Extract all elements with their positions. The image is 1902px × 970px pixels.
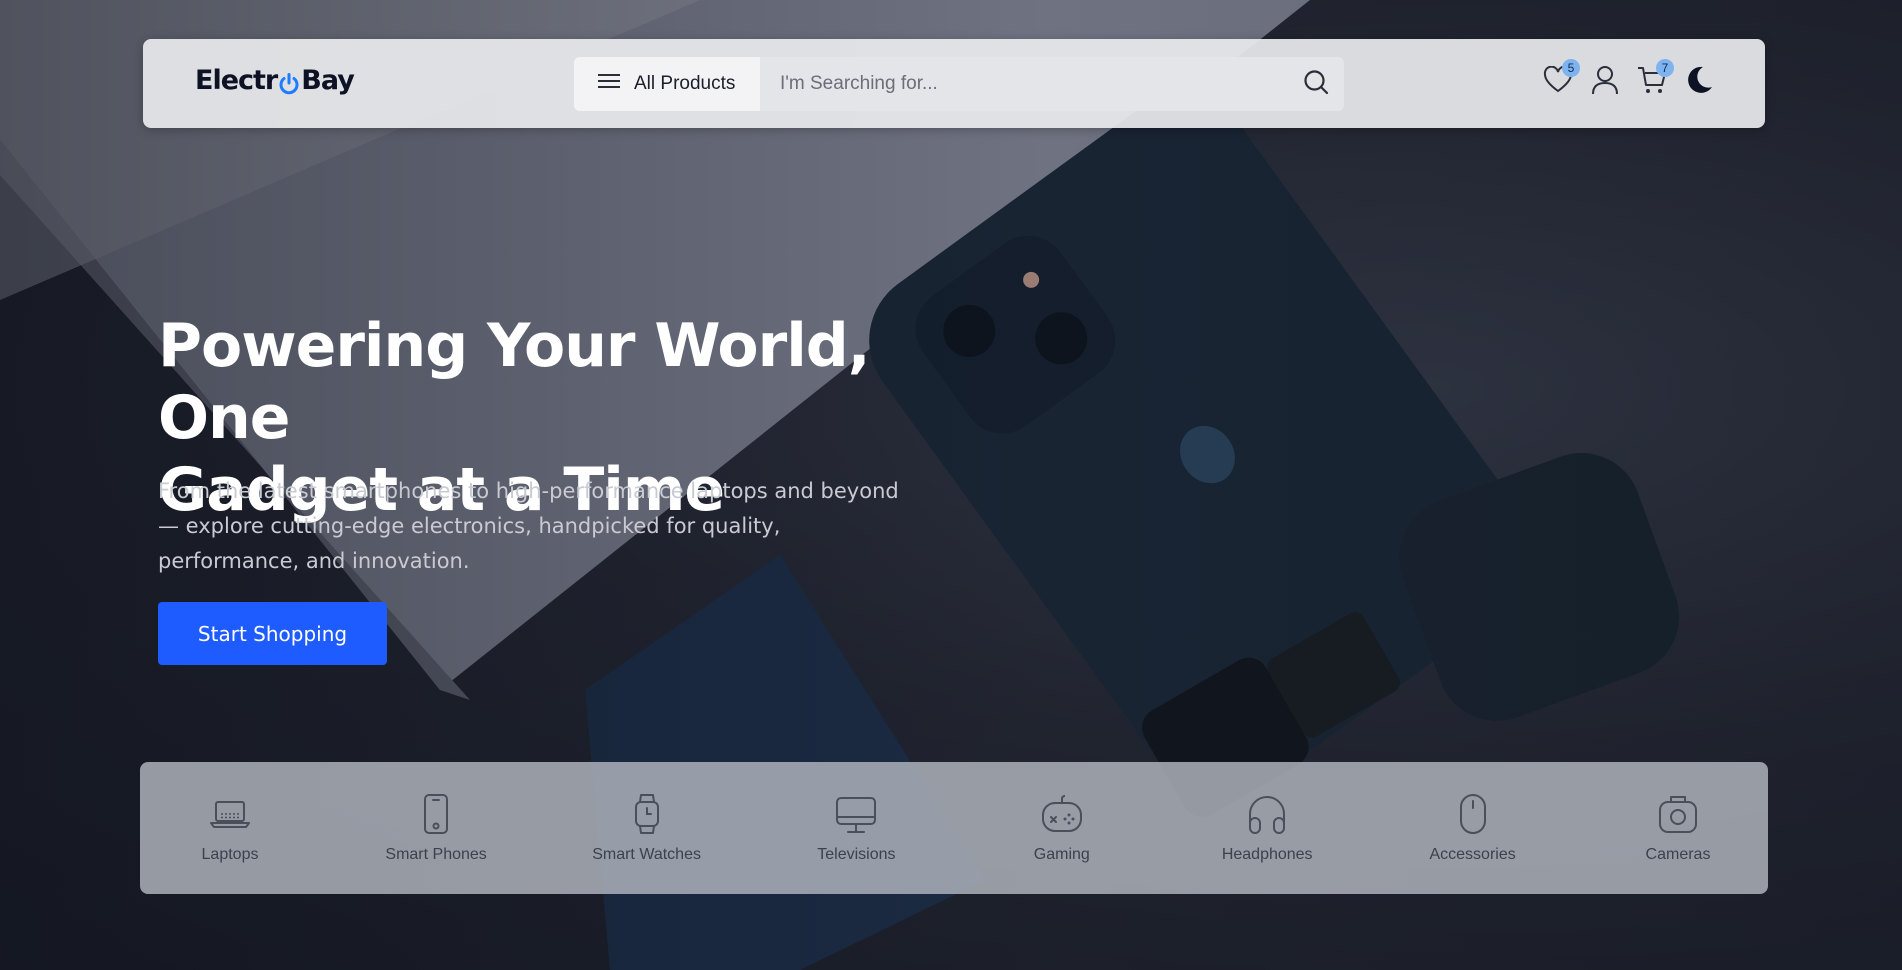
gamepad-icon (1041, 795, 1082, 832)
headphones-icon (1249, 796, 1286, 834)
television-icon (836, 797, 877, 833)
brand-name-part2: Bay (301, 65, 355, 96)
all-products-button[interactable]: All Products (574, 57, 760, 111)
search-icon (1303, 69, 1329, 99)
category-label: Televisions (817, 846, 896, 863)
hero-subtitle-line1: From the latest smartphones to high-perf… (158, 479, 899, 503)
category-smart-phones[interactable]: Smart Phones (385, 792, 487, 864)
hero-title-line1: Powering Your World, One (158, 311, 871, 453)
account-button[interactable] (1589, 66, 1621, 98)
smartwatch-icon (634, 794, 659, 834)
wishlist-button[interactable]: 5 (1542, 59, 1580, 98)
category-bar: Laptops Smart Phones Smart Watches Telev… (140, 762, 1768, 894)
category-televisions[interactable]: Televisions (806, 792, 906, 864)
category-label: Laptops (201, 846, 259, 863)
category-label: Headphones (1221, 846, 1313, 863)
category-laptops[interactable]: Laptops (180, 792, 280, 864)
wishlist-count-badge: 5 (1562, 59, 1580, 77)
category-label: Cameras (1645, 846, 1711, 863)
search-button[interactable] (1288, 57, 1344, 111)
site-header: Electr Bay All Products I'm Searching fo… (143, 39, 1765, 128)
all-products-label: All Products (634, 73, 736, 94)
hero-subtitle-line3: performance, and innovation. (158, 549, 470, 573)
hero-subtitle-line2: — explore cutting-edge electronics, hand… (158, 514, 781, 538)
brand-logo[interactable]: Electr Bay (195, 65, 355, 96)
search-bar: All Products (574, 57, 1344, 111)
category-label: Gaming (1033, 846, 1090, 863)
mouse-icon (1459, 794, 1486, 834)
category-label: Smart Watches (592, 846, 701, 863)
search-input[interactable] (760, 57, 1288, 111)
cart-count-badge: 7 (1656, 59, 1674, 77)
hero-subtitle: From the latest smartphones to high-perf… (158, 474, 978, 579)
category-gaming[interactable]: Gaming (1012, 792, 1112, 864)
smartphone-icon (424, 794, 449, 834)
start-shopping-button[interactable]: Start Shopping (158, 602, 387, 665)
power-icon (278, 71, 300, 94)
theme-toggle-button[interactable] (1683, 66, 1715, 98)
header-actions: 5 7 (1542, 59, 1715, 98)
category-smart-watches[interactable]: Smart Watches (592, 792, 701, 864)
camera-icon (1659, 796, 1697, 833)
category-headphones[interactable]: Headphones (1217, 792, 1317, 864)
category-label: Accessories (1429, 846, 1516, 863)
moon-icon (1684, 65, 1714, 99)
category-accessories[interactable]: Accessories (1423, 792, 1523, 864)
brand-name-part1: Electr (195, 65, 278, 96)
user-icon (1591, 65, 1619, 99)
menu-icon (598, 73, 620, 95)
category-cameras[interactable]: Cameras (1628, 792, 1728, 864)
laptop-icon (210, 801, 250, 828)
cart-button[interactable]: 7 (1636, 59, 1674, 98)
category-label: Smart Phones (385, 846, 487, 863)
